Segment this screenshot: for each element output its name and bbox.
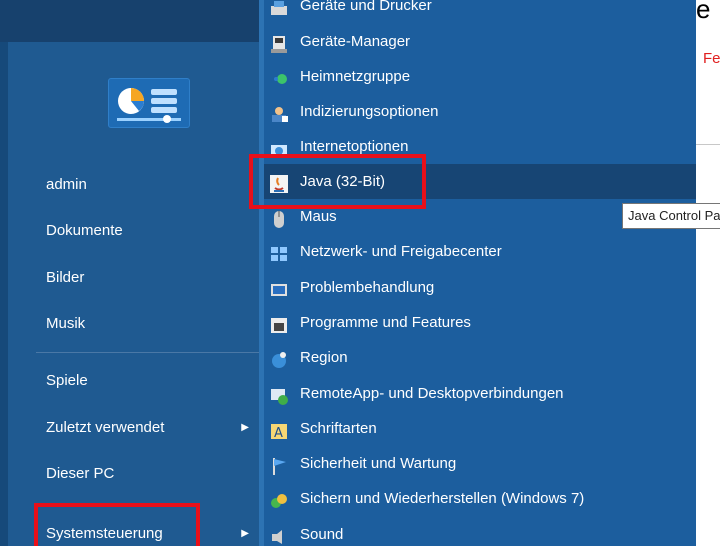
troubleshooting-icon [269,278,289,298]
submenu-item-device-manager[interactable]: Geräte-Manager [263,24,696,59]
submenu-item-label: Schriftarten [300,420,377,437]
submenu-separator [259,0,264,546]
control-panel-submenu: Geräte und Drucker Geräte-Manager Heimne… [263,0,696,546]
place-label: Bilder [46,269,85,286]
submenu-item-troubleshooting[interactable]: Problembehandlung [263,270,696,305]
place-this-pc[interactable]: Dieser PC [36,454,263,494]
svg-text:A: A [274,426,283,441]
place-label: Dieser PC [46,465,115,482]
place-label: Musik [46,315,86,332]
submenu-item-label: Geräte und Drucker [300,0,432,14]
submenu-item-label: Sichern und Wiederherstellen (Windows 7) [300,490,585,507]
mouse-icon [269,207,289,228]
submenu-item-label: Programme und Features [300,314,471,331]
highlight-control-panel [34,503,200,546]
chevron-right-icon: ▶ [241,528,249,539]
backup-restore-icon [269,489,289,509]
background-window-title-fragment: e [696,0,711,20]
place-documents[interactable]: Dokumente [36,211,263,251]
left-panel-header [0,0,263,42]
devices-printers-icon [269,0,289,16]
submenu-item-label: Sicherheit und Wartung [300,455,457,472]
submenu-item-sound[interactable]: Sound [263,517,696,552]
submenu-item-label: Geräte-Manager [300,33,411,50]
place-games[interactable]: Spiele [36,361,263,401]
submenu-item-label: Region [300,349,348,366]
programs-features-icon [269,313,289,333]
indexing-options-icon [269,102,289,122]
sound-icon [269,525,289,545]
submenu-item-security-maintenance[interactable]: Sicherheit und Wartung [263,446,696,481]
remoteapp-icon [269,384,289,405]
chevron-right-icon: ▶ [241,422,249,433]
place-music[interactable]: Musik [36,304,263,344]
submenu-item-label: Sound [300,526,344,543]
submenu-item-label: Heimnetzgruppe [300,68,411,85]
place-admin[interactable]: admin [36,165,263,205]
place-label: admin [46,176,87,193]
place-label: Spiele [46,372,88,389]
security-maintenance-icon [269,454,289,475]
start-menu-left-panel: admin Dokumente Bilder Musik Spiele Zule… [0,0,263,546]
submenu-item-indexing-options[interactable]: Indizierungsoptionen [263,94,696,129]
submenu-item-programs-features[interactable]: Programme und Features [263,305,696,340]
place-label: Zuletzt verwendet [46,419,165,436]
submenu-item-remoteapp[interactable]: RemoteApp- und Desktopverbindungen [263,376,696,411]
places-divider [36,352,260,353]
submenu-item-network[interactable]: Netzwerk- und Freigabecenter [263,234,696,269]
region-icon [269,348,289,368]
place-recent[interactable]: Zuletzt verwendet ▶ [36,408,263,448]
homegroup-icon [269,67,289,87]
submenu-item-label: Problembehandlung [300,279,435,296]
submenu-item-label: Indizierungsoptionen [300,103,439,120]
submenu-item-backup-restore[interactable]: Sichern und Wiederherstellen (Windows 7) [263,481,696,516]
submenu-item-label: RemoteApp- und Desktopverbindungen [300,385,564,402]
highlight-java [249,154,426,209]
submenu-item-homegroup[interactable]: Heimnetzgruppe [263,59,696,94]
background-divider [696,144,720,145]
background-window-red-text: Fe [703,50,720,67]
fonts-icon: A [269,419,289,441]
submenu-item-devices-printers[interactable]: Geräte und Drucker [263,0,696,23]
device-manager-icon [269,32,289,53]
place-pictures[interactable]: Bilder [36,258,263,298]
left-panel-edge [0,42,8,546]
java-tooltip: Java Control Panel [622,203,720,229]
submenu-item-region[interactable]: Region [263,340,696,375]
place-label: Dokumente [46,222,123,239]
submenu-item-label: Netzwerk- und Freigabecenter [300,243,502,260]
network-icon [269,242,289,262]
submenu-item-fonts[interactable]: A Schriftarten [263,411,696,446]
control-panel-tile-icon[interactable] [108,78,190,128]
